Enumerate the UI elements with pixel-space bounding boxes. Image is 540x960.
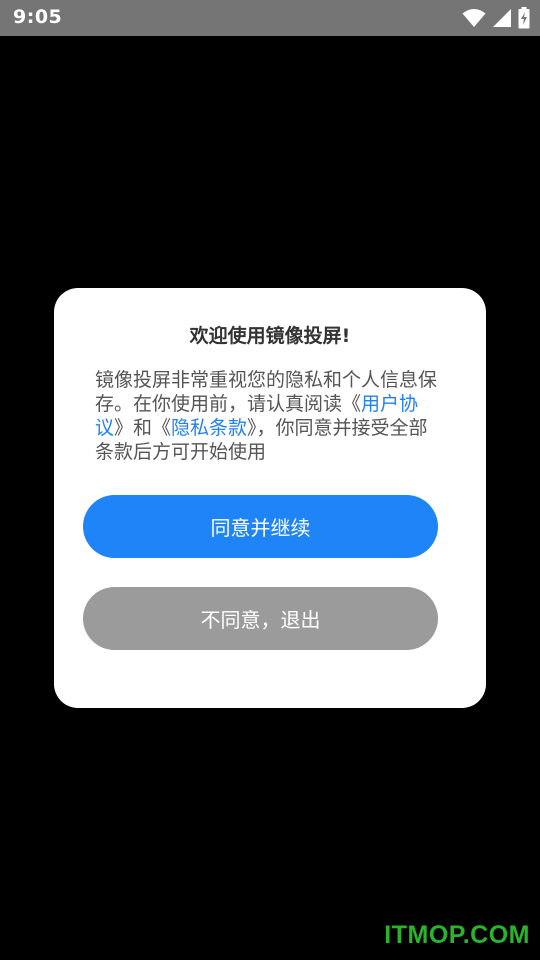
cell-signal-icon [492,8,512,28]
battery-charging-icon [518,7,530,29]
screen: 9:05 欢迎使用镜像投屏! 镜像投屏非常重视您的隐私和个人信息保存。在你使用前… [0,0,540,960]
agree-continue-button[interactable]: 同意并继续 [83,495,438,558]
watermark-logo: ITMOP.COM [384,921,530,949]
disagree-exit-button[interactable]: 不同意，退出 [83,587,438,650]
status-time: 9:05 [13,6,63,28]
dialog-title: 欢迎使用镜像投屏! [189,325,351,347]
wifi-icon [462,8,486,28]
privacy-terms-link[interactable]: 隐私条款 [171,417,247,439]
status-bar: 9:05 [0,0,540,36]
status-icons [462,7,530,29]
message-text-2: 》和《 [114,417,172,439]
privacy-dialog: 欢迎使用镜像投屏! 镜像投屏非常重视您的隐私和个人信息保存。在你使用前，请认真阅… [54,288,486,708]
dialog-message: 镜像投屏非常重视您的隐私和个人信息保存。在你使用前，请认真阅读《用户协议》和《隐… [95,368,445,464]
